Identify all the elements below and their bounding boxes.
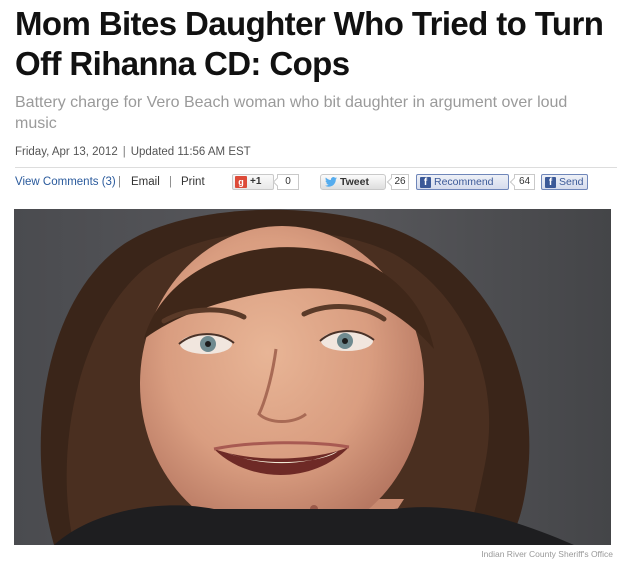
- tweet-label: Tweet: [340, 176, 369, 188]
- tweet-button[interactable]: Tweet: [320, 174, 386, 190]
- google-plus-icon: g: [235, 176, 247, 188]
- article-headline: Mom Bites Daughter Who Tried to Turn Off…: [15, 5, 604, 82]
- google-plus-label: +1: [250, 176, 262, 187]
- divider: [15, 167, 617, 168]
- email-link[interactable]: Email: [131, 174, 160, 190]
- photo-credit: Indian River County Sheriff's Office: [481, 549, 613, 559]
- woman-portrait-photo-icon: [14, 209, 611, 545]
- article-subhead: Battery charge for Vero Beach woman who …: [15, 94, 568, 132]
- recommend-label: Recommend: [434, 176, 494, 188]
- send-label: Send: [559, 176, 584, 188]
- dateline: Friday, Apr 13, 2012 | Updated 11:56 AM ES…: [15, 146, 251, 158]
- facebook-recommend-button[interactable]: f Recommend: [416, 174, 509, 190]
- facebook-icon: f: [545, 177, 556, 188]
- google-plus-count: 0: [277, 174, 299, 190]
- share-separator: |: [118, 176, 121, 188]
- share-separator: |: [169, 176, 172, 188]
- twitter-bird-icon: [325, 177, 337, 187]
- facebook-send-button[interactable]: f Send: [541, 174, 588, 190]
- dateline-separator: |: [122, 146, 126, 158]
- facebook-icon: f: [420, 177, 431, 188]
- publish-date: Friday, Apr 13, 2012: [15, 146, 118, 158]
- google-plus-one-button[interactable]: g +1: [232, 174, 274, 190]
- tweet-count: 26: [391, 174, 409, 190]
- recommend-count: 64: [514, 174, 535, 190]
- view-comments-link[interactable]: View Comments (3): [15, 174, 116, 190]
- print-link[interactable]: Print: [181, 174, 205, 190]
- share-bar: View Comments (3) | Email | Print g +1 0…: [15, 174, 615, 192]
- updated-time: Updated 11:56 AM EST: [130, 146, 251, 158]
- article-photo: [14, 209, 611, 545]
